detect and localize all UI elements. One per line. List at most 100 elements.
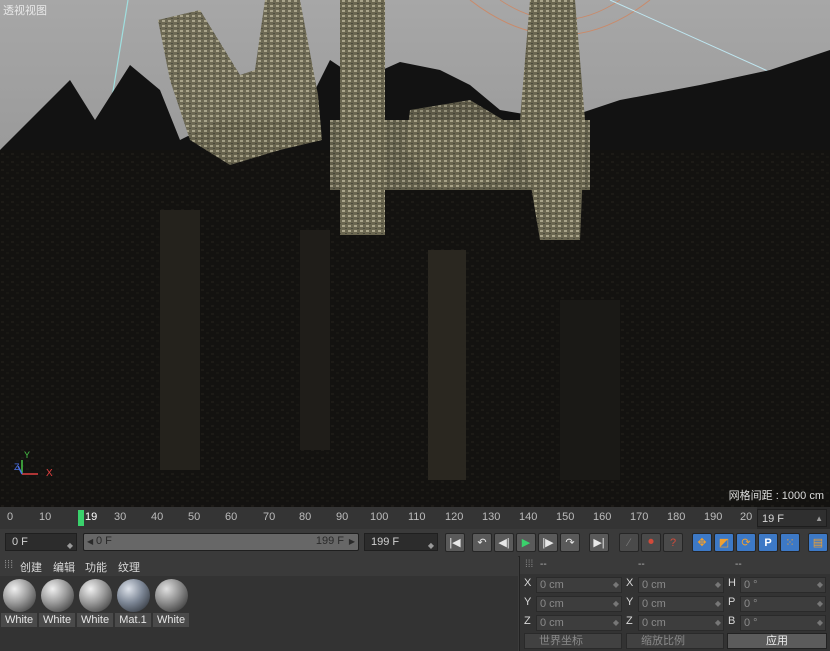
play-button[interactable]: ▶ (516, 533, 536, 552)
rotate-icon: ⟳ (741, 537, 751, 549)
min-frame-field[interactable]: 0 F ◆ (5, 533, 77, 551)
rot-b-label: B (728, 615, 736, 627)
rot-b-field[interactable]: 0 ° ◆ (740, 615, 826, 631)
menu-texture[interactable]: 纹理 (118, 559, 140, 575)
transport-bar: 0 F ◆ ◀ 0 F 199 F ▶ 199 F ◆ |◀ ↶ ◀| ▶ |▶… (0, 529, 830, 557)
timeline-bar[interactable]: 0 10 19 30 40 50 60 70 80 90 100 110 120… (0, 507, 830, 541)
menu-function[interactable]: 功能 (85, 559, 107, 575)
tick-label: 30 (114, 511, 127, 523)
rot-h-field[interactable]: 0 ° ◆ (740, 577, 826, 593)
material-preview-sphere (154, 579, 188, 612)
skip-start-icon: |◀ (449, 537, 461, 549)
rot-p-label: P (728, 596, 736, 608)
coordinates-manager: ⁞⁞⁞ -- -- -- X 0 cm ◆ X 0 cm ◆ H 0 ° ◆ Y 0 … (519, 556, 830, 651)
size-y-value: 0 cm (642, 598, 666, 610)
perspective-viewport[interactable]: 透视视图 网格间距 : 1000 cm Y Z X (0, 0, 830, 507)
parameter-key-toggle[interactable]: P (758, 533, 778, 552)
range-start-label: 0 F (96, 535, 112, 547)
keyframe-selection-button[interactable]: ? (663, 533, 683, 552)
tick-label: 50 (188, 511, 201, 523)
material-swatch[interactable]: White (1, 578, 37, 628)
previous-key-button[interactable]: ↶ (472, 533, 492, 552)
key-icon: ∕ (628, 536, 630, 549)
tick-label: 80 (299, 511, 312, 523)
playhead-marker[interactable] (78, 510, 84, 526)
material-swatch[interactable]: White (77, 578, 113, 628)
axis-z-label: Z (14, 462, 20, 472)
max-frame-value: 199 F (371, 536, 400, 548)
pos-z-label: Z (524, 615, 531, 627)
stepper-arrows-icon: ◆ (714, 618, 721, 627)
timeline-menu-button[interactable]: ▤ (808, 533, 828, 552)
menu-edit[interactable]: 编辑 (53, 559, 75, 575)
pos-y-value: 0 cm (540, 598, 564, 610)
move-icon: ✥ (697, 537, 707, 549)
rot-h-label: H (728, 577, 736, 589)
pos-y-field[interactable]: 0 cm ◆ (536, 596, 622, 612)
tick-label: 190 (704, 511, 723, 523)
stepper-arrows-icon[interactable]: ◆ (428, 538, 434, 554)
grid-dots-icon: ⁙ (785, 537, 795, 549)
size-y-field[interactable]: 0 cm ◆ (638, 596, 724, 612)
material-preview-sphere (40, 579, 74, 612)
preview-range-slider[interactable]: ◀ 0 F 199 F ▶ (83, 533, 359, 551)
pos-x-label: X (524, 577, 532, 589)
rot-p-value: 0 ° (744, 598, 758, 610)
tick-label: 10 (39, 511, 52, 523)
range-right-arrow-icon[interactable]: ▶ (349, 537, 355, 546)
next-key-button[interactable]: ↷ (560, 533, 580, 552)
stepper-arrows-icon: ◆ (612, 580, 619, 589)
size-header: -- (638, 559, 645, 570)
autokey-button[interactable]: ⏺ (641, 533, 661, 552)
tick-label: 140 (519, 511, 538, 523)
material-swatch[interactable]: Mat.1 (115, 578, 151, 628)
panel-grip-icon[interactable]: ⁞⁞⁞ (4, 559, 13, 571)
tick-label: 120 (445, 511, 464, 523)
menu-create[interactable]: 创建 (20, 559, 42, 575)
size-x-field[interactable]: 0 cm ◆ (638, 577, 724, 593)
scale-icon: ◩ (718, 537, 730, 549)
scale-mode-dropdown[interactable]: 缩放比例 (626, 633, 724, 649)
timeline-ruler[interactable]: 0 10 19 30 40 50 60 70 80 90 100 110 120… (0, 507, 757, 529)
rot-h-value: 0 ° (744, 579, 758, 591)
rot-p-field[interactable]: 0 ° ◆ (740, 596, 826, 612)
film-icon: ▤ (812, 537, 824, 549)
rot-b-value: 0 ° (744, 617, 758, 629)
material-manager: ⁞⁞⁞ 创建 编辑 功能 纹理 White White White Mat.1 … (0, 556, 518, 651)
record-keys-button[interactable]: ∕ (619, 533, 639, 552)
max-frame-field[interactable]: 199 F ◆ (364, 533, 438, 551)
step-forward-button[interactable]: |▶ (538, 533, 558, 552)
apply-button[interactable]: 应用 (727, 633, 827, 649)
coordinates-header: ⁞⁞⁞ -- -- -- (520, 556, 830, 574)
current-frame-field[interactable]: 19 F ▲▼ (757, 509, 827, 541)
tick-label: 100 (370, 511, 389, 523)
size-z-field[interactable]: 0 cm ◆ (638, 615, 724, 631)
size-x-label: X (626, 577, 634, 589)
pos-y-label: Y (524, 596, 532, 608)
point-level-toggle[interactable]: ⁙ (780, 533, 800, 552)
rotation-key-toggle[interactable]: ⟳ (736, 533, 756, 552)
parameter-p-icon: P (764, 536, 772, 549)
pos-x-field[interactable]: 0 cm ◆ (536, 577, 622, 593)
coordinate-system-value: 世界坐标 (539, 635, 583, 647)
record-icon: ⏺ (648, 536, 654, 548)
material-swatch[interactable]: White (39, 578, 75, 628)
coordinate-system-dropdown[interactable]: 世界坐标 (524, 633, 622, 649)
stepper-arrows-icon[interactable]: ◆ (67, 538, 73, 554)
panel-grip-icon[interactable]: ⁞⁞⁞ (525, 559, 533, 570)
axis-x-label: X (46, 468, 53, 479)
step-back-button[interactable]: ◀| (494, 533, 514, 552)
go-to-end-button[interactable]: ▶| (589, 533, 609, 552)
stepper-arrows-icon: ◆ (816, 599, 823, 608)
material-swatch[interactable]: White (153, 578, 189, 628)
size-z-label: Z (626, 615, 633, 627)
scale-key-toggle[interactable]: ◩ (714, 533, 734, 552)
current-frame-value: 19 F (762, 513, 785, 525)
pos-z-field[interactable]: 0 cm ◆ (536, 615, 622, 631)
tick-label: 150 (556, 511, 575, 523)
material-preview-sphere (78, 579, 112, 612)
go-to-start-button[interactable]: |◀ (445, 533, 465, 552)
position-key-toggle[interactable]: ✥ (692, 533, 712, 552)
range-left-arrow-icon[interactable]: ◀ (87, 537, 93, 546)
next-key-icon: ↷ (565, 537, 575, 549)
